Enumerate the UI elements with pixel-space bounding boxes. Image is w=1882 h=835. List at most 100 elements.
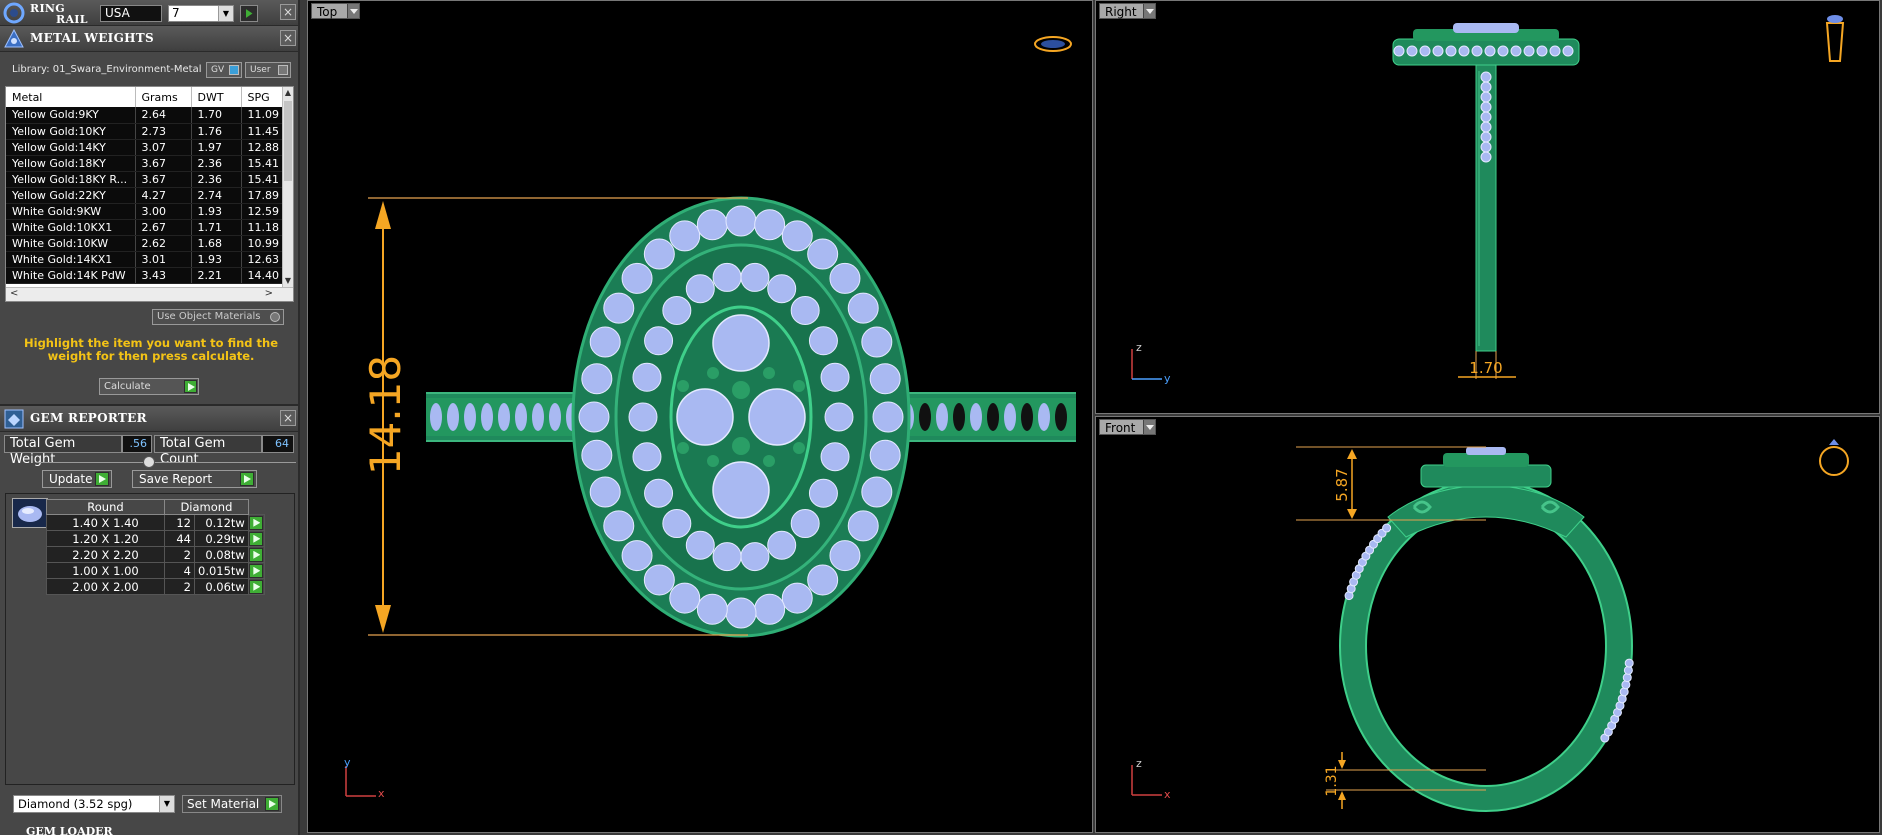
metal-cell: 15.41 — [241, 171, 285, 188]
halo-gem — [781, 220, 813, 252]
shank-gem — [1480, 151, 1492, 163]
halo-gem — [1549, 45, 1561, 57]
table-row[interactable]: Yellow Gold:10KY 2.73 1.76 11.45 — [6, 123, 285, 140]
metal-table-vscroll[interactable]: ▲ ▼ — [282, 87, 293, 287]
gem-row-select-button[interactable] — [247, 514, 265, 531]
front-dimension-top-label: 5.87 — [1333, 468, 1351, 501]
scroll-thumb[interactable] — [284, 101, 292, 181]
gem-weight-cell: 0.06tw — [194, 578, 249, 595]
metal-cell: Yellow Gold:10KY — [6, 123, 136, 140]
metal-column-header[interactable]: Grams — [135, 87, 192, 107]
chevron-down-icon[interactable]: ▼ — [218, 6, 233, 21]
front-axis-indicator: z x — [1131, 757, 1171, 801]
front-view-ring-icon[interactable] — [1819, 439, 1849, 476]
gem-row[interactable]: 2.00 X 2.00 2 0.06tw — [46, 578, 265, 595]
metal-cell: Yellow Gold:22KY — [6, 187, 136, 204]
top-viewport[interactable]: Top 14.18 y x — [307, 0, 1093, 833]
top-view-canvas: 14.18 y x — [344, 36, 1076, 800]
update-button[interactable]: Update — [42, 470, 112, 488]
front-view-canvas: 5.87 1.31 z x — [1131, 439, 1849, 812]
go-arrow-icon — [249, 547, 264, 562]
set-material-button[interactable]: Set Material — [182, 795, 282, 813]
shank-gem — [1480, 91, 1492, 103]
ring-rail-logo-icon — [3, 2, 25, 24]
metal-column-header[interactable]: DWT — [191, 87, 242, 107]
gem-row-select-button[interactable] — [247, 546, 265, 563]
shank-gem — [1480, 121, 1492, 133]
halo-gem — [696, 593, 728, 625]
ring-rail-go-button[interactable] — [240, 5, 258, 22]
metal-column-header[interactable]: SPG — [241, 87, 285, 107]
gem-slider-track[interactable] — [36, 462, 296, 463]
metal-cell: 2.36 — [191, 155, 242, 172]
band-gem — [970, 403, 982, 431]
top-dimension-label: 14.18 — [361, 355, 410, 475]
right-view-ring-icon[interactable] — [1825, 15, 1845, 62]
table-row[interactable]: Yellow Gold:9KY 2.64 1.70 11.09 — [6, 107, 285, 124]
gem-row-select-button[interactable] — [247, 578, 265, 595]
gem-row-select-button[interactable] — [247, 530, 265, 547]
metal-cell: 2.73 — [135, 123, 192, 140]
metal-cell: 12.63 — [241, 251, 285, 268]
gv-toggle[interactable]: GV — [206, 62, 242, 78]
halo-gem — [861, 476, 893, 508]
scroll-up-icon[interactable]: ▲ — [283, 87, 293, 99]
ring-size-select[interactable]: 7 ▼ — [168, 5, 234, 22]
gem-row[interactable]: 1.20 X 1.20 44 0.29tw — [46, 530, 265, 547]
table-row[interactable]: Yellow Gold:14KY 3.07 1.97 12.88 — [6, 139, 285, 156]
metal-cell: White Gold:10KX1 — [6, 219, 136, 236]
halo-gem — [685, 530, 715, 560]
shank-gem — [1623, 665, 1633, 675]
round-gem-thumbnail-icon[interactable] — [12, 498, 48, 528]
halo-gem — [1510, 45, 1522, 57]
gem-reporter-logo-icon — [4, 409, 24, 429]
use-object-materials-toggle[interactable]: Use Object Materials — [152, 309, 284, 325]
table-row[interactable]: White Gold:14KX1 3.01 1.93 12.63 — [6, 251, 285, 268]
halo-gem — [1419, 45, 1431, 57]
right-viewport[interactable]: Right 1.70 z y — [1095, 0, 1880, 414]
metal-table-hscroll[interactable]: < > — [6, 287, 293, 301]
scroll-down-icon[interactable]: ▼ — [283, 275, 293, 287]
front-viewport[interactable]: Front 5.87 1.31 z x — [1095, 416, 1880, 833]
top-view-cube-icon[interactable] — [1034, 36, 1072, 52]
halo-gem — [632, 442, 662, 472]
table-row[interactable]: White Gold:14K PdW 3.43 2.21 14.40 — [6, 267, 285, 284]
scroll-left-icon[interactable]: < — [10, 288, 18, 299]
band-gem — [987, 403, 999, 431]
table-row[interactable]: White Gold:10KX1 2.67 1.71 11.18 — [6, 219, 285, 236]
metal-cell: 10.99 — [241, 235, 285, 252]
table-row[interactable]: Yellow Gold:22KY 4.27 2.74 17.89 — [6, 187, 285, 204]
material-select[interactable]: Diamond (3.52 spg) ▼ — [13, 795, 175, 813]
halo-gem — [632, 362, 662, 392]
scroll-right-icon[interactable]: > — [265, 288, 273, 299]
halo-gem — [767, 530, 797, 560]
close-icon[interactable]: × — [280, 410, 296, 426]
table-row[interactable]: Yellow Gold:18KY R... 3.67 2.36 15.41 — [6, 171, 285, 188]
gem-weight-cell: 0.29tw — [194, 530, 249, 547]
gem-weight-cell: 0.08tw — [194, 546, 249, 563]
calculate-button[interactable]: Calculate — [99, 378, 199, 395]
gem-row-select-button[interactable] — [247, 562, 265, 579]
halo-gem — [644, 326, 674, 356]
save-report-button[interactable]: Save Report — [132, 470, 257, 488]
close-icon[interactable]: × — [280, 30, 296, 46]
halo-gem — [1393, 45, 1405, 57]
table-row[interactable]: White Gold:10KW 2.62 1.68 10.99 — [6, 235, 285, 252]
gem-count-cell: 2 — [164, 546, 195, 563]
gem-slider-handle[interactable] — [143, 456, 155, 468]
country-field[interactable]: USA — [100, 5, 162, 22]
metal-cell: 3.67 — [135, 155, 192, 172]
metal-cell: 2.62 — [135, 235, 192, 252]
close-icon[interactable]: × — [280, 4, 296, 20]
right-view-canvas: 1.70 z y — [1131, 15, 1845, 385]
gem-row[interactable]: 1.40 X 1.40 12 0.12tw — [46, 514, 265, 531]
gem-row[interactable]: 1.00 X 1.00 4 0.015tw — [46, 562, 265, 579]
gem-row[interactable]: 2.20 X 2.20 2 0.08tw — [46, 546, 265, 563]
band-gem — [430, 403, 442, 431]
user-toggle[interactable]: User — [245, 62, 291, 78]
table-row[interactable]: White Gold:9KW 3.00 1.93 12.59 — [6, 203, 285, 220]
metal-column-header[interactable]: Metal — [6, 87, 136, 107]
chevron-down-icon[interactable]: ▼ — [159, 796, 174, 812]
table-row[interactable]: Yellow Gold:18KY 3.67 2.36 15.41 — [6, 155, 285, 172]
band-gem — [1038, 403, 1050, 431]
